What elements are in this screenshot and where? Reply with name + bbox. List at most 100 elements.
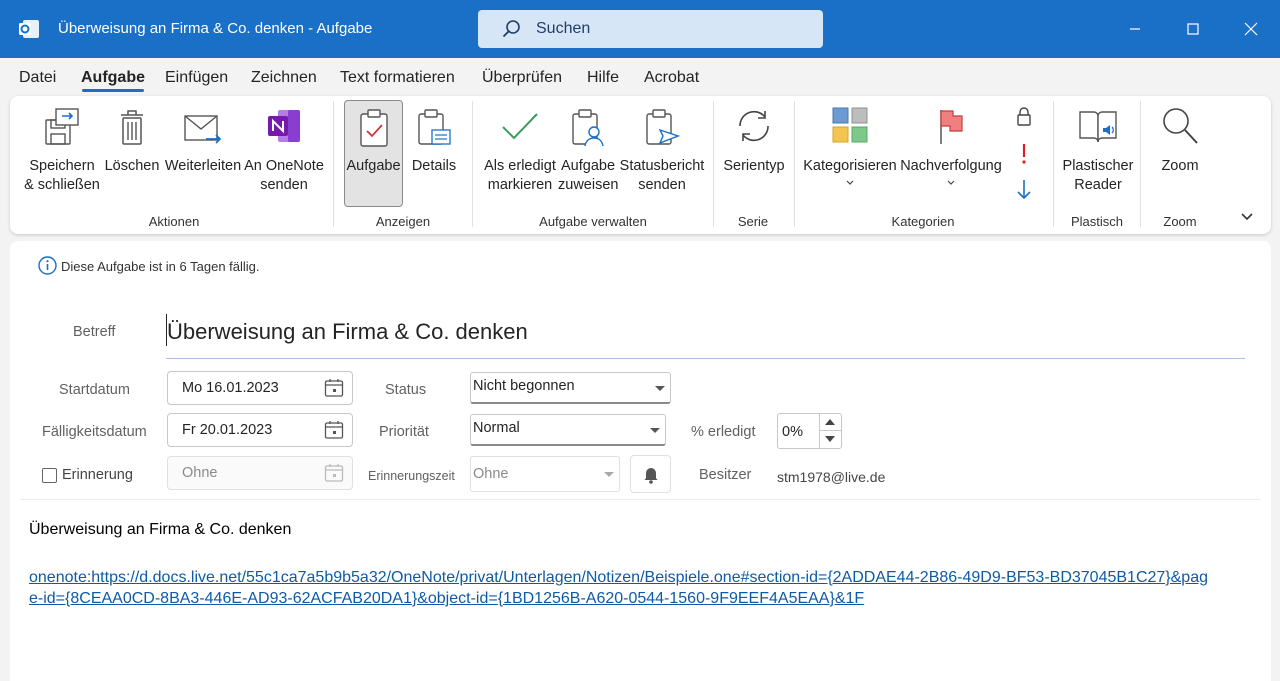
group-label-show: Anzeigen xyxy=(375,214,431,229)
chevron-down-icon xyxy=(655,386,665,391)
high-importance-icon[interactable] xyxy=(1019,142,1029,166)
onenote-link[interactable]: onenote:https://d.docs.live.net/55c1ca7a… xyxy=(29,567,1209,609)
task-view-button[interactable]: Aufgabe xyxy=(344,96,403,206)
categorize-button[interactable]: Kategorisieren xyxy=(802,96,898,206)
assign-task-button[interactable]: Aufgabe zuweisen xyxy=(558,96,618,206)
percent-complete-spinner[interactable]: 0% xyxy=(777,413,842,449)
calendar-icon xyxy=(324,464,344,482)
menu-acrobat[interactable]: Acrobat xyxy=(644,69,699,87)
start-date-value: Mo 16.01.2023 xyxy=(182,380,279,396)
menu-text-formatieren[interactable]: Text formatieren xyxy=(340,69,455,87)
status-report-label: Statusbericht senden xyxy=(619,158,705,193)
forward-button[interactable]: Weiterleiten xyxy=(162,96,244,206)
reminder-checkbox[interactable] xyxy=(42,468,57,483)
delete-label: Löschen xyxy=(104,158,160,174)
group-label-series: Serie xyxy=(737,214,769,229)
zoom-magnifier-icon xyxy=(1163,108,1198,144)
calendar-icon[interactable] xyxy=(324,420,344,440)
group-label-categories: Kategorien xyxy=(891,214,955,229)
window-title: Überweisung an Firma & Co. denken - Aufg… xyxy=(58,20,373,37)
zoom-button[interactable]: Zoom xyxy=(1150,96,1210,206)
priority-label: Priorität xyxy=(379,424,429,440)
onenote-label: An OneNote senden xyxy=(244,158,324,193)
active-tab-indicator xyxy=(82,89,144,92)
details-button[interactable]: Details xyxy=(406,96,462,206)
mark-complete-button[interactable]: Als erledigt markieren xyxy=(478,96,562,206)
search-icon xyxy=(502,20,520,38)
menu-bar: Datei Aufgabe Einfügen Zeichnen Text for… xyxy=(0,58,1280,96)
delete-button[interactable]: Löschen xyxy=(104,96,160,206)
bell-icon xyxy=(644,468,658,484)
close-icon[interactable] xyxy=(1236,14,1266,44)
ribbon-expand-chevron-icon[interactable] xyxy=(1240,212,1254,222)
reminder-time-value: Ohne xyxy=(473,466,509,482)
categorize-icon xyxy=(832,107,868,143)
assign-task-label: Aufgabe zuweisen xyxy=(558,158,619,193)
spin-up-icon[interactable] xyxy=(825,419,835,425)
title-bar: Überweisung an Firma & Co. denken - Aufg… xyxy=(0,0,1280,58)
menu-datei[interactable]: Datei xyxy=(19,69,56,87)
forward-label: Weiterleiten xyxy=(164,158,242,174)
zoom-label: Zoom xyxy=(1161,158,1199,174)
details-label: Details xyxy=(411,158,457,174)
immersive-reader-button[interactable]: Plastischer Reader xyxy=(1058,96,1138,206)
menu-zeichnen[interactable]: Zeichnen xyxy=(251,69,317,87)
info-icon xyxy=(38,256,57,275)
onenote-icon xyxy=(268,110,300,142)
percent-complete-label: % erledigt xyxy=(691,424,756,440)
save-close-button[interactable]: Speichern & schließen xyxy=(20,96,104,206)
low-importance-icon[interactable] xyxy=(1014,178,1034,202)
start-date-field[interactable]: Mo 16.01.2023 xyxy=(167,371,353,405)
save-close-label: Speichern & schließen xyxy=(24,158,100,193)
lock-icon[interactable] xyxy=(1015,106,1033,128)
subject-underline xyxy=(166,358,1245,359)
reminder-date-field[interactable]: Ohne xyxy=(167,456,353,490)
status-report-button[interactable]: Statusbericht senden xyxy=(618,96,706,206)
task-view-label: Aufgabe xyxy=(346,158,401,174)
reminder-sound-button[interactable] xyxy=(630,455,671,493)
forward-mail-icon xyxy=(184,115,222,144)
due-date-label: Fälligkeitsdatum xyxy=(42,424,147,440)
subject-label: Betreff xyxy=(73,324,116,340)
followup-button[interactable]: Nachverfolgung xyxy=(896,96,1006,206)
status-value: Nicht begonnen xyxy=(473,378,575,394)
priority-select[interactable]: Normal xyxy=(470,414,666,446)
details-clipboard-icon xyxy=(418,109,451,145)
checkmark-icon xyxy=(502,113,538,140)
minimize-icon[interactable] xyxy=(1120,14,1150,44)
chevron-down-icon xyxy=(604,472,614,477)
menu-aufgabe[interactable]: Aufgabe xyxy=(81,69,145,87)
menu-einfuegen[interactable]: Einfügen xyxy=(165,69,228,87)
task-clipboard-icon xyxy=(359,109,388,147)
status-label: Status xyxy=(385,382,427,398)
calendar-icon[interactable] xyxy=(324,378,344,398)
categorize-label: Kategorisieren xyxy=(803,158,897,174)
mark-complete-label: Als erledigt markieren xyxy=(484,158,556,193)
status-select[interactable]: Nicht begonnen xyxy=(470,372,671,404)
outlook-icon xyxy=(19,20,39,38)
start-date-label: Startdatum xyxy=(59,382,130,398)
task-body-text: Überweisung an Firma & Co. denken xyxy=(29,521,292,538)
trash-icon xyxy=(121,110,143,145)
subject-input[interactable]: Überweisung an Firma & Co. denken xyxy=(167,319,528,345)
priority-value: Normal xyxy=(473,420,520,436)
owner-value: stm1978@live.de xyxy=(777,469,886,485)
recurrence-button[interactable]: Serientyp xyxy=(718,96,790,206)
onenote-button[interactable]: An OneNote senden xyxy=(242,96,326,206)
reminder-date-value: Ohne xyxy=(182,465,218,481)
immersive-reader-label: Plastischer Reader xyxy=(1062,158,1134,193)
group-label-manage: Aufgabe verwalten xyxy=(539,214,647,229)
search-label: Suchen xyxy=(536,20,591,37)
search-box[interactable]: Suchen xyxy=(478,10,823,48)
group-label-immersive: Plastisch xyxy=(1070,214,1124,229)
menu-hilfe[interactable]: Hilfe xyxy=(587,69,619,87)
reminder-time-select[interactable]: Ohne xyxy=(470,456,620,492)
spin-down-icon[interactable] xyxy=(825,436,835,442)
maximize-icon[interactable] xyxy=(1178,14,1208,44)
divider xyxy=(20,499,1261,500)
task-form: Diese Aufgabe ist in 6 Tagen fällig. Bet… xyxy=(10,241,1271,681)
due-date-field[interactable]: Fr 20.01.2023 xyxy=(167,413,353,447)
owner-label: Besitzer xyxy=(699,467,752,483)
recurrence-label: Serientyp xyxy=(723,158,785,174)
menu-ueberpruefen[interactable]: Überprüfen xyxy=(482,69,562,87)
